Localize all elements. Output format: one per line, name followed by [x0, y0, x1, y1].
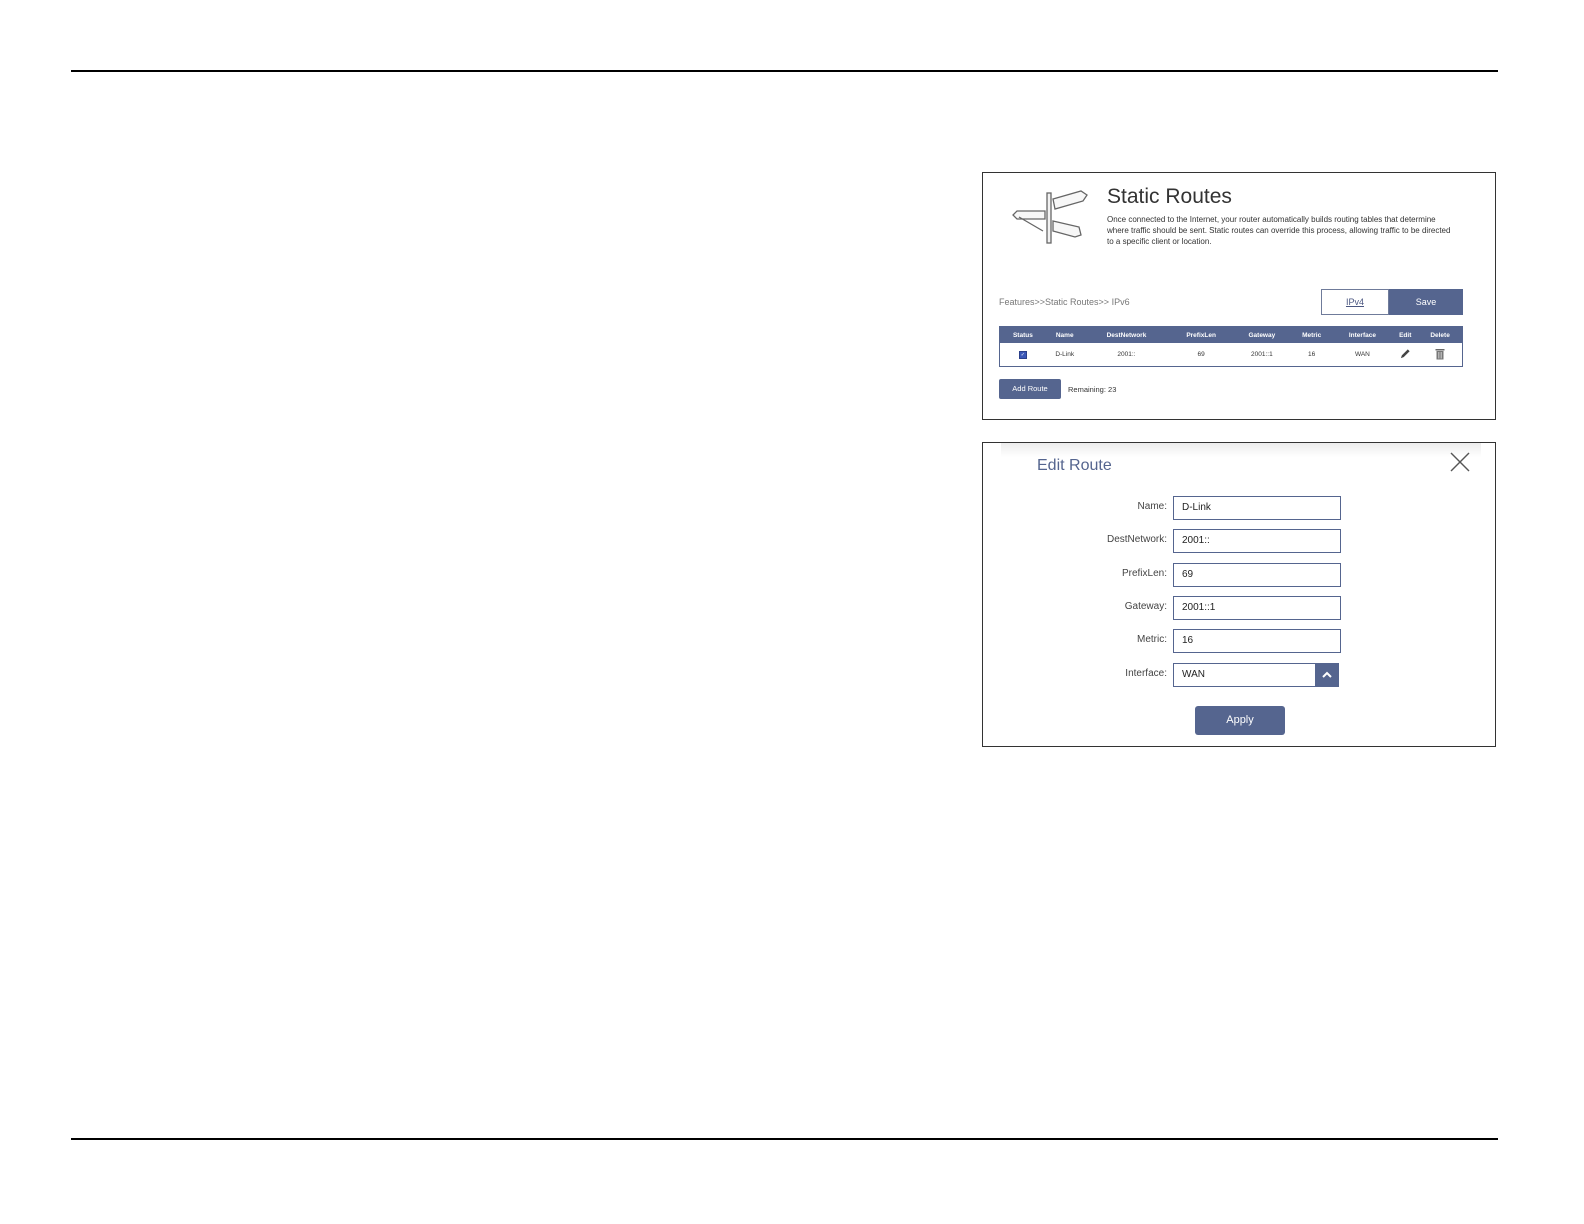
add-route-button[interactable]: Add Route	[999, 379, 1061, 399]
name-label: Name:	[1137, 501, 1167, 512]
bottom-rule	[71, 1138, 1498, 1140]
metric-label: Metric:	[1137, 634, 1167, 645]
ipv4-button[interactable]: IPv4	[1321, 289, 1389, 315]
column-header-prefixlen: PrefixLen	[1186, 331, 1216, 339]
column-header-metric: Metric	[1302, 331, 1322, 339]
pencil-icon[interactable]	[1400, 348, 1411, 359]
route-metric-cell: 16	[1308, 351, 1316, 358]
dialog-title: Edit Route	[1037, 457, 1112, 474]
metric-row: Metric: 16	[983, 629, 1497, 653]
gateway-row: Gateway: 2001::1	[983, 596, 1497, 620]
prefixlen-field[interactable]: 69	[1173, 563, 1341, 587]
interface-select[interactable]: WAN	[1173, 663, 1339, 687]
route-name-cell: D-Link	[1055, 351, 1075, 358]
gateway-label: Gateway:	[1124, 601, 1167, 612]
page-description: Once connected to the Internet, your rou…	[1107, 215, 1451, 246]
table-row: ✓ D-Link 2001:: 69 2001::1 16 WAN	[1000, 343, 1462, 366]
close-icon[interactable]	[1449, 451, 1471, 473]
gateway-field[interactable]: 2001::1	[1173, 596, 1341, 620]
routes-table: Status Name DestNetwork PrefixLen Gatewa…	[999, 326, 1463, 367]
name-field[interactable]: D-Link	[1173, 496, 1341, 520]
interface-row: Interface: WAN	[983, 663, 1497, 687]
route-dest-cell: 2001::	[1117, 351, 1136, 358]
destnetwork-field[interactable]: 2001::	[1173, 529, 1341, 553]
save-button[interactable]: Save	[1389, 289, 1463, 315]
dialog-top-band	[1001, 443, 1481, 457]
name-row: Name: D-Link	[983, 496, 1497, 520]
prefixlen-row: PrefixLen: 69	[983, 563, 1497, 587]
chevron-up-icon	[1322, 671, 1332, 678]
column-header-interface: Interface	[1348, 331, 1376, 339]
route-interface-cell: WAN	[1354, 351, 1370, 358]
dropdown-toggle[interactable]	[1315, 663, 1339, 687]
column-header-gateway: Gateway	[1248, 331, 1276, 339]
static-routes-panel: Static Routes Once connected to the Inte…	[982, 172, 1496, 420]
apply-button[interactable]: Apply	[1195, 706, 1285, 735]
page-title: Static Routes	[1107, 185, 1232, 208]
column-header-edit: Edit	[1399, 331, 1412, 339]
trash-icon[interactable]	[1435, 348, 1445, 360]
status-checkbox[interactable]: ✓	[1018, 350, 1027, 359]
breadcrumb: Features>>Static Routes>> IPv6	[999, 297, 1130, 307]
destnetwork-label: DestNetwork:	[1106, 534, 1167, 545]
edit-route-dialog: Edit Route Name: D-Link DestNetwork: 200…	[982, 442, 1496, 747]
table-header: Status Name DestNetwork PrefixLen Gatewa…	[1000, 327, 1462, 343]
remaining-count: Remaining: 23	[1068, 385, 1117, 394]
signpost-icon	[1012, 190, 1088, 244]
prefixlen-label: PrefixLen:	[1121, 568, 1167, 579]
route-prefix-cell: 69	[1197, 351, 1205, 358]
column-header-name: Name	[1055, 331, 1074, 339]
column-header-delete: Delete	[1430, 331, 1450, 339]
destnetwork-row: DestNetwork: 2001::	[983, 529, 1497, 553]
metric-field[interactable]: 16	[1173, 629, 1341, 653]
route-gateway-cell: 2001::1	[1251, 351, 1273, 358]
interface-label: Interface:	[1125, 668, 1167, 679]
column-header-status: Status	[1012, 331, 1033, 339]
interface-value: WAN	[1182, 669, 1205, 680]
top-rule	[71, 70, 1498, 72]
column-header-destnetwork: DestNetwork	[1106, 331, 1147, 339]
